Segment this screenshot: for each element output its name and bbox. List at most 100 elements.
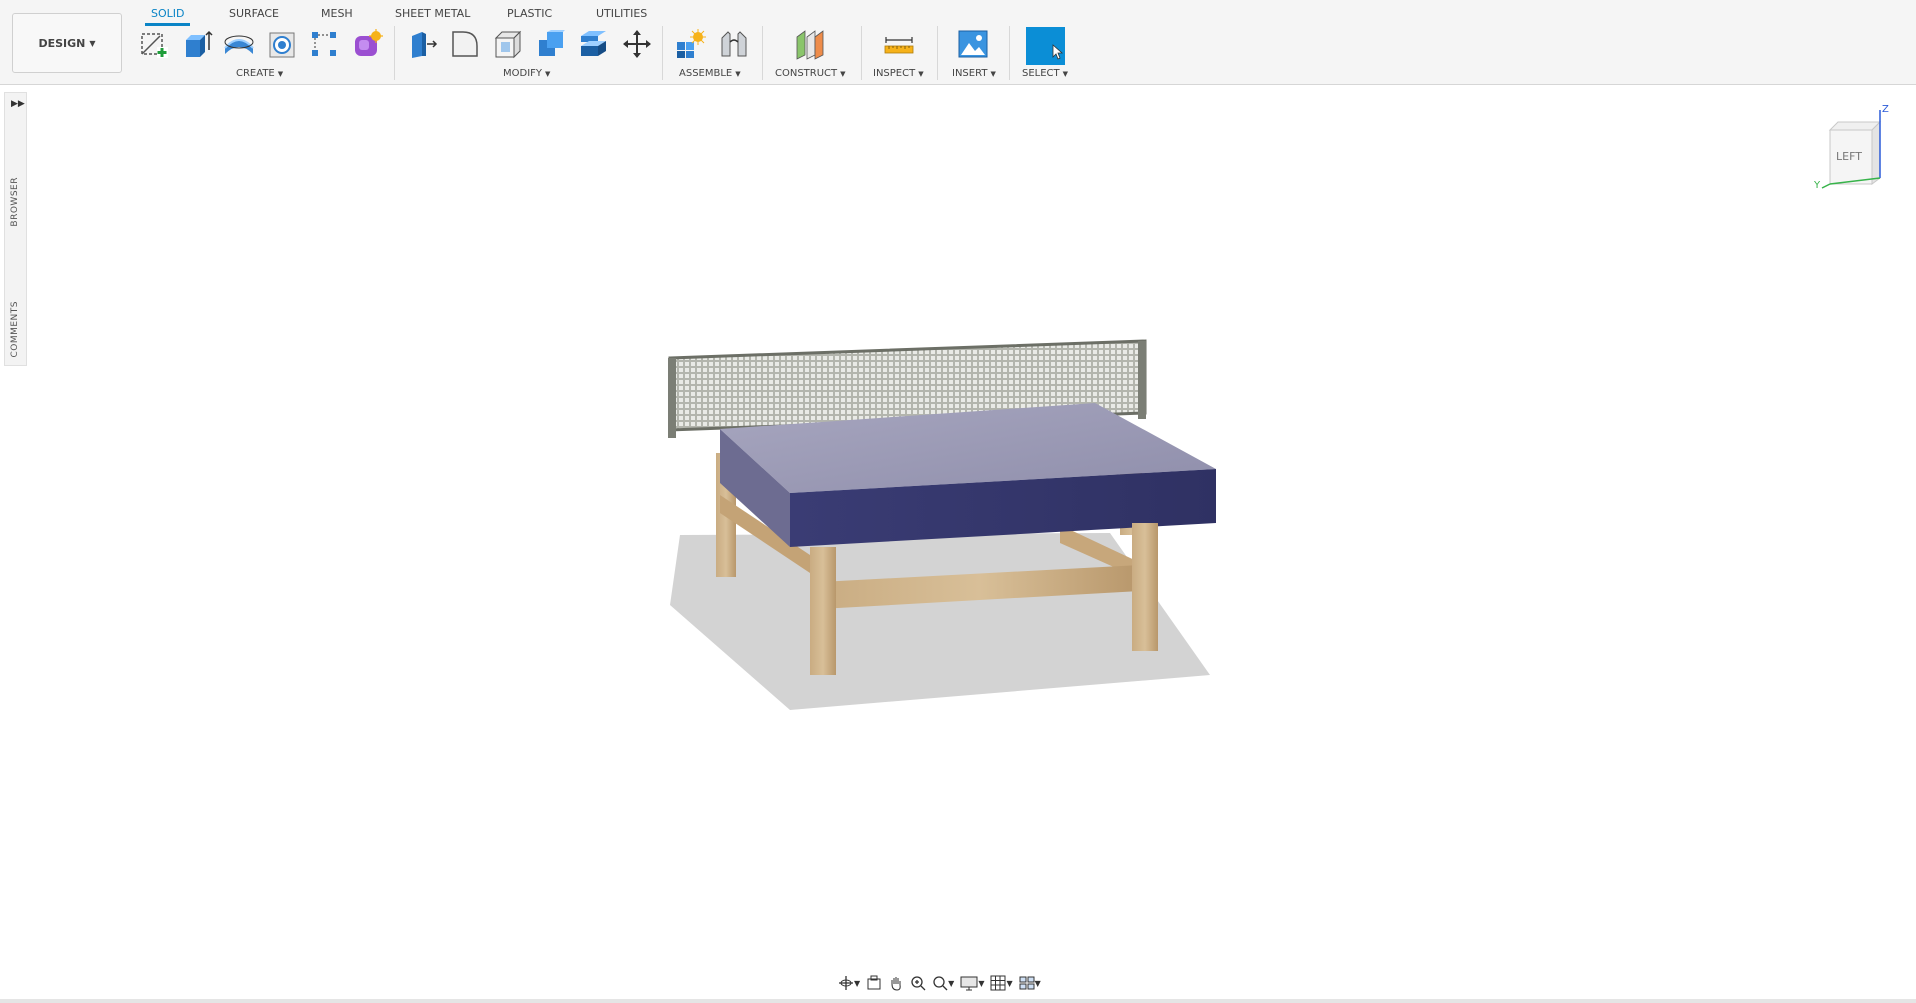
extrude-icon xyxy=(186,30,213,57)
combine-button[interactable] xyxy=(533,26,569,62)
tab-surface[interactable]: SURFACE xyxy=(229,7,279,20)
divider xyxy=(394,26,395,80)
viewports-button[interactable]: ▼ xyxy=(1019,975,1041,991)
inspect-menu[interactable]: INSPECT ▼ xyxy=(873,68,924,79)
offset-plane-button[interactable] xyxy=(792,26,828,62)
inspect-label: INSPECT xyxy=(873,68,916,79)
press-pull-button[interactable] xyxy=(404,26,440,62)
chevron-down-icon: ▼ xyxy=(89,38,96,48)
chevron-down-icon: ▼ xyxy=(854,978,861,988)
viewports-icon xyxy=(1019,976,1035,990)
insert-menu[interactable]: INSERT ▼ xyxy=(952,68,996,79)
offset-face-button[interactable] xyxy=(576,26,612,62)
tab-sheet-metal[interactable]: SHEET METAL xyxy=(395,7,470,20)
3d-viewport[interactable] xyxy=(0,85,1916,999)
new-component-button[interactable] xyxy=(672,26,708,62)
revolve-button[interactable] xyxy=(221,26,257,62)
orbit-button[interactable]: ▼ xyxy=(838,975,860,991)
tab-solid[interactable]: SOLID xyxy=(144,7,192,26)
viewcube-face-label[interactable]: LEFT xyxy=(1836,150,1862,163)
move-icon xyxy=(623,30,651,58)
move-copy-button[interactable] xyxy=(619,26,655,62)
tab-plastic[interactable]: PLASTIC xyxy=(507,7,552,20)
display-settings-button[interactable]: ▼ xyxy=(960,975,984,991)
insert-image-icon xyxy=(958,30,988,58)
fillet-button[interactable] xyxy=(447,26,483,62)
workspace-switcher[interactable]: DESIGN ▼ xyxy=(12,13,122,73)
insert-label: INSERT xyxy=(952,68,988,79)
create-label: CREATE xyxy=(236,68,275,79)
tab-mesh[interactable]: MESH xyxy=(321,7,353,20)
construct-label: CONSTRUCT xyxy=(775,68,838,79)
measure-button[interactable] xyxy=(881,26,917,62)
assemble-label: ASSEMBLE xyxy=(679,68,733,79)
hole-button[interactable] xyxy=(264,26,300,62)
modify-menu[interactable]: MODIFY ▼ xyxy=(503,68,550,79)
cursor-icon xyxy=(1052,44,1064,60)
divider xyxy=(662,26,663,80)
create-menu[interactable]: CREATE ▼ xyxy=(236,68,283,79)
chevron-down-icon: ▼ xyxy=(840,70,846,78)
divider xyxy=(762,26,763,80)
chevron-down-icon: ▼ xyxy=(978,978,985,988)
insert-canvas-button[interactable] xyxy=(955,26,991,62)
joint-icon xyxy=(721,31,747,57)
form-icon xyxy=(355,29,383,56)
assemble-menu[interactable]: ASSEMBLE ▼ xyxy=(679,68,741,79)
pan-icon xyxy=(891,977,901,991)
new-component-icon xyxy=(677,29,706,58)
shell-button[interactable] xyxy=(490,26,526,62)
look-at-button[interactable] xyxy=(866,975,882,991)
zoom-icon xyxy=(911,976,926,991)
zoom-button[interactable] xyxy=(910,975,926,991)
navigation-bar: ▼ ▼ ▼ ▼ ▼ xyxy=(838,970,1078,996)
combine-icon xyxy=(539,30,565,56)
chevron-down-icon: ▼ xyxy=(735,70,741,78)
fillet-icon xyxy=(452,31,478,57)
workspace-label: DESIGN xyxy=(38,36,86,50)
chevron-down-icon: ▼ xyxy=(1006,978,1013,988)
press-pull-icon xyxy=(412,32,438,58)
measure-icon xyxy=(884,37,914,54)
divider xyxy=(861,26,862,80)
pattern-icon xyxy=(312,32,336,56)
status-bar xyxy=(0,999,1916,1003)
rectangular-pattern-button[interactable] xyxy=(306,26,342,62)
grid-icon xyxy=(990,975,1006,991)
fit-button[interactable]: ▼ xyxy=(932,975,954,991)
select-button[interactable] xyxy=(1026,27,1065,65)
toolbar: DESIGN ▼ SOLID SURFACE MESH SHEET METAL … xyxy=(0,0,1916,85)
select-menu[interactable]: SELECT ▼ xyxy=(1022,68,1068,79)
shell-icon xyxy=(494,30,522,59)
fit-icon xyxy=(933,976,948,991)
viewcube-y-axis-label: Y xyxy=(1814,180,1821,191)
divider xyxy=(937,26,938,80)
chevron-down-icon: ▼ xyxy=(948,978,955,988)
orbit-icon xyxy=(839,976,853,990)
construct-menu[interactable]: CONSTRUCT ▼ xyxy=(775,68,846,79)
create-sketch-button[interactable] xyxy=(136,26,172,62)
tab-utilities[interactable]: UTILITIES xyxy=(596,7,647,20)
chevron-down-icon: ▼ xyxy=(918,70,924,78)
create-form-button[interactable] xyxy=(349,26,385,62)
hole-icon xyxy=(269,32,295,58)
chevron-down-icon: ▼ xyxy=(1062,70,1069,78)
joint-button[interactable] xyxy=(716,26,752,62)
extrude-button[interactable] xyxy=(179,26,215,62)
modify-label: MODIFY xyxy=(503,68,543,79)
chevron-down-icon: ▼ xyxy=(545,70,551,78)
divider xyxy=(1009,26,1010,80)
revolve-icon xyxy=(224,35,254,54)
offset-face-icon xyxy=(581,31,606,56)
pan-button[interactable] xyxy=(888,975,904,991)
viewcube-z-axis-label: Z xyxy=(1882,104,1889,115)
chevron-down-icon: ▼ xyxy=(1034,978,1041,988)
chevron-down-icon: ▼ xyxy=(990,70,996,78)
viewcube[interactable]: LEFT Z Y xyxy=(1812,104,1897,194)
look-at-icon xyxy=(867,975,881,990)
chevron-down-icon: ▼ xyxy=(277,70,284,78)
grid-snaps-button[interactable]: ▼ xyxy=(990,975,1013,991)
offset-plane-icon xyxy=(796,30,824,60)
table-leg-front-right xyxy=(1132,523,1158,651)
sketch-icon xyxy=(141,33,168,58)
